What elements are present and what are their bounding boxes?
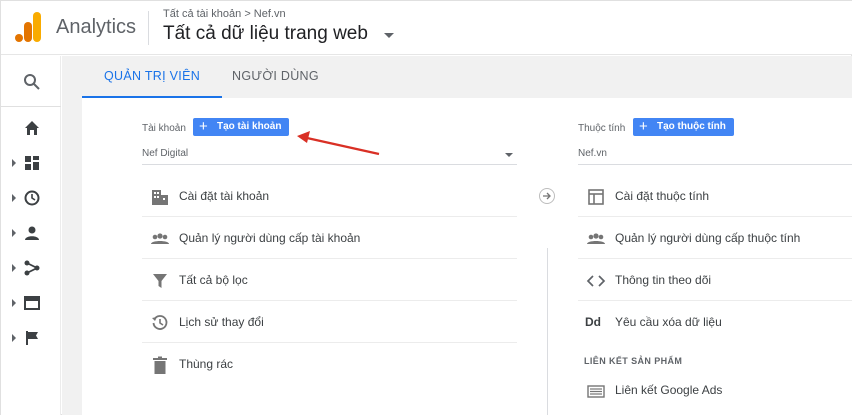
flag-icon — [26, 331, 38, 345]
app-brand: Analytics — [56, 16, 137, 38]
admin-content: QUẢN TRỊ VIÊN NGƯỜI DÙNG Tài khoản + Tạo… — [62, 56, 852, 415]
menu-label: Yêu cầu xóa dữ liệu — [615, 315, 722, 329]
window-icon — [588, 189, 604, 205]
menu-google-ads-linking[interactable]: Liên kết Google Ads — [578, 370, 852, 411]
menu-label: Quản lý người dùng cấp thuộc tính — [615, 231, 801, 245]
menu-trash-can[interactable]: Thùng rác — [142, 344, 517, 385]
create-account-button[interactable]: + Tạo tài khoản — [193, 118, 290, 136]
sidebar-search[interactable] — [1, 68, 61, 96]
admin-tabs: QUẢN TRỊ VIÊN NGƯỜI DÙNG — [82, 56, 852, 98]
building-icon — [152, 190, 168, 205]
view-selector-title[interactable]: Tất cả dữ liệu trang web — [163, 23, 368, 45]
home-icon — [25, 121, 39, 135]
search-icon — [24, 74, 40, 90]
menu-label: Cài đặt tài khoản — [179, 189, 270, 203]
people-icon — [151, 233, 169, 244]
expand-triangle-icon — [12, 264, 16, 272]
menu-tracking-info[interactable]: Thông tin theo dõi — [578, 260, 852, 301]
clock-icon — [24, 190, 40, 206]
sidebar-separator — [1, 106, 61, 107]
dd-icon: Dd — [585, 315, 601, 329]
header-divider — [148, 11, 149, 45]
plus-icon: + — [199, 118, 208, 135]
product-linking-header: LIÊN KẾT SẢN PHẨM — [584, 356, 683, 366]
tab-users[interactable]: NGƯỜI DÙNG — [210, 56, 341, 98]
code-icon — [586, 275, 606, 287]
property-selector-underline — [578, 164, 852, 165]
menu-change-history[interactable]: Lịch sử thay đổi — [142, 302, 517, 343]
filter-icon — [153, 274, 167, 288]
menu-label: Thông tin theo dõi — [615, 273, 712, 287]
column-connector — [539, 188, 555, 204]
account-selector-underline — [142, 164, 517, 165]
plus-icon: + — [639, 118, 648, 135]
account-selector-caret-icon[interactable] — [505, 153, 513, 157]
analytics-admin-window: Analytics Tất cả tài khoản > Nef.vn Tất … — [0, 0, 852, 415]
fork-icon — [24, 260, 40, 276]
expand-triangle-icon — [12, 229, 16, 237]
sidebar-customization[interactable] — [1, 149, 61, 177]
trash-icon — [153, 356, 167, 374]
menu-label: Lịch sử thay đổi — [179, 315, 264, 329]
create-account-label: Tạo tài khoản — [217, 121, 282, 132]
people-icon — [587, 233, 605, 244]
menu-label: Thùng rác — [179, 357, 234, 371]
left-sidebar — [1, 56, 61, 415]
menu-label: Quản lý người dùng cấp tài khoản — [179, 231, 361, 245]
menu-data-deletion-requests[interactable]: Dd Yêu cầu xóa dữ liệu — [578, 302, 852, 343]
menu-all-filters[interactable]: Tất cả bộ lọc — [142, 260, 517, 301]
expand-triangle-icon — [12, 299, 16, 307]
create-property-label: Tạo thuộc tính — [657, 121, 726, 132]
dashboard-icon — [25, 156, 39, 170]
sidebar-audience[interactable] — [1, 219, 61, 247]
card-icon — [24, 296, 40, 310]
menu-property-user-management[interactable]: Quản lý người dùng cấp thuộc tính — [578, 218, 852, 259]
history-icon — [152, 315, 168, 330]
property-column-label: Thuộc tính — [578, 123, 626, 134]
menu-account-settings[interactable]: Cài đặt tài khoản — [142, 176, 517, 217]
create-property-button[interactable]: + Tạo thuộc tính — [633, 118, 734, 136]
account-column-label: Tài khoản — [142, 123, 186, 134]
menu-label: Cài đặt thuộc tính — [615, 189, 710, 203]
expand-triangle-icon — [12, 334, 16, 342]
sidebar-behavior[interactable] — [1, 289, 61, 317]
view-selector-caret-icon[interactable] — [384, 33, 394, 38]
account-selector[interactable]: Nef Digital — [142, 148, 188, 159]
menu-label: Tất cả bộ lọc — [179, 273, 248, 287]
ads-icon — [587, 385, 605, 398]
analytics-logo-icon[interactable] — [15, 12, 41, 42]
breadcrumb[interactable]: Tất cả tài khoản > Nef.vn — [163, 8, 286, 20]
menu-label: Liên kết Google Ads — [615, 383, 723, 397]
menu-account-user-management[interactable]: Quản lý người dùng cấp tài khoản — [142, 218, 517, 259]
expand-triangle-icon — [12, 159, 16, 167]
arrow-right-icon — [543, 192, 551, 200]
tab-admin[interactable]: QUẢN TRỊ VIÊN — [82, 56, 223, 98]
sidebar-realtime[interactable] — [1, 184, 61, 212]
admin-panel: Tài khoản + Tạo tài khoản Nef Digital Cà… — [82, 98, 852, 415]
expand-triangle-icon — [12, 194, 16, 202]
menu-property-settings[interactable]: Cài đặt thuộc tính — [578, 176, 852, 217]
column-divider — [547, 248, 548, 415]
sidebar-home[interactable] — [1, 114, 61, 142]
property-selector[interactable]: Nef.vn — [578, 148, 607, 159]
sidebar-acquisition[interactable] — [1, 254, 61, 282]
person-icon — [25, 226, 39, 240]
top-header: Analytics Tất cả tài khoản > Nef.vn Tất … — [1, 1, 852, 55]
sidebar-conversions[interactable] — [1, 324, 61, 352]
